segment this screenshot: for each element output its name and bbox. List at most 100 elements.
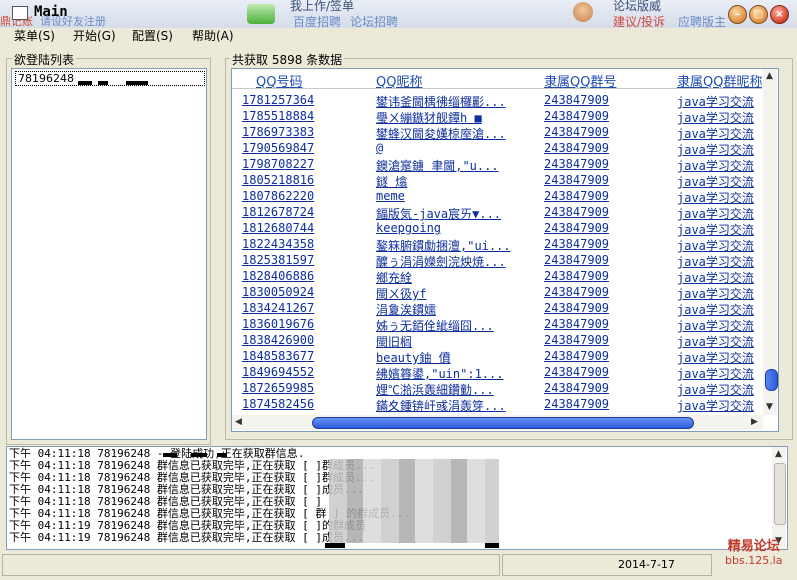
close-button[interactable]: × (770, 5, 789, 24)
cell-nickname[interactable]: 鐢讳釜閫楀彿缁欏彲... (376, 93, 536, 109)
cell-group-id[interactable]: 243847909 (544, 269, 669, 285)
cell-qq[interactable]: 1822434358 (242, 237, 367, 253)
login-list[interactable]: 78196248 (11, 68, 207, 440)
cell-qq[interactable]: 1805218816 (242, 173, 367, 189)
cell-group-name[interactable]: java学习交流 (677, 141, 762, 157)
cell-qq[interactable]: 1812678724 (242, 205, 367, 221)
cell-group-name[interactable]: java学习交流 (677, 285, 762, 301)
cell-group-name[interactable]: java学习交流 (677, 269, 762, 285)
cell-group-id[interactable]: 243847909 (544, 93, 669, 109)
cell-group-id[interactable]: 243847909 (544, 109, 669, 125)
cell-nickname[interactable]: 璺ㄨ繃鏃犲舰鐔h ■ (376, 109, 536, 125)
cell-group-name[interactable]: java学习交流 (677, 253, 762, 269)
horizontal-scrollbar[interactable]: ◀ ▶ (232, 415, 763, 430)
cell-group-id[interactable]: 243847909 (544, 317, 669, 333)
cell-group-id[interactable]: 243847909 (544, 381, 669, 397)
cell-qq[interactable]: 1828406886 (242, 269, 367, 285)
cell-group-id[interactable]: 243847909 (544, 205, 669, 221)
vertical-scrollbar[interactable]: ▲ ▼ (763, 69, 778, 415)
cell-group-name[interactable]: java学习交流 (677, 349, 762, 365)
cell-group-id[interactable]: 243847909 (544, 301, 669, 317)
column-header-nickname[interactable]: QQ昵称 (376, 71, 422, 90)
title-bar[interactable]: Main – □ × (0, 0, 797, 26)
cell-nickname[interactable]: 鏋夊鍾锛屽彧涓轰笌... (376, 397, 536, 413)
cell-nickname[interactable]: 鐩 熻 (376, 173, 536, 189)
scroll-up-icon[interactable]: ▲ (766, 71, 773, 81)
cell-qq[interactable]: 1834241267 (242, 301, 367, 317)
cell-group-id[interactable]: 243847909 (544, 285, 669, 301)
cell-group-id[interactable]: 243847909 (544, 221, 669, 237)
menu-item-menu[interactable]: 菜单(S) (14, 27, 55, 44)
cell-group-name[interactable]: java学习交流 (677, 381, 762, 397)
cell-qq[interactable]: 1872659985 (242, 381, 367, 397)
cell-qq[interactable]: 1838426900 (242, 333, 367, 349)
cell-group-id[interactable]: 243847909 (544, 125, 669, 141)
scroll-right-icon[interactable]: ▶ (751, 417, 758, 427)
cell-group-id[interactable]: 243847909 (544, 333, 669, 349)
log-scrollbar[interactable]: ▲ ▼ (772, 447, 786, 549)
cell-nickname[interactable]: meme (376, 189, 536, 205)
member-table[interactable]: QQ号码 QQ昵称 隶属QQ群号 隶属QQ群昵称 1781257364 鐢讳釜閫楀… (231, 68, 779, 432)
cell-group-name[interactable]: java学习交流 (677, 173, 762, 189)
cell-nickname[interactable]: 醾ぅ涓涓嬫劍浣炴焼... (376, 253, 536, 269)
menu-item-config[interactable]: 配置(S) (132, 27, 173, 44)
login-list-item[interactable]: 78196248 (15, 71, 205, 86)
cell-qq[interactable]: 1786973383 (242, 125, 367, 141)
cell-nickname[interactable]: 閩ㄨ彶yf (376, 285, 536, 301)
cell-qq[interactable]: 1790569847 (242, 141, 367, 157)
cell-group-id[interactable]: 243847909 (544, 397, 669, 413)
cell-qq[interactable]: 1848583677 (242, 349, 367, 365)
cell-group-name[interactable]: java学习交流 (677, 189, 762, 205)
cell-group-id[interactable]: 243847909 (544, 237, 669, 253)
cell-qq[interactable]: 1825381597 (242, 253, 367, 269)
menu-item-start[interactable]: 开始(G) (73, 27, 116, 44)
cell-nickname[interactable]: 鏊箖腑鏆勮捆澶,"ui... (376, 237, 536, 253)
cell-nickname[interactable]: 绋嬪簭鍙,"uin":1... (376, 365, 536, 381)
cell-group-name[interactable]: java学习交流 (677, 221, 762, 237)
menu-item-help[interactable]: 帮助(A) (192, 27, 234, 44)
cell-qq[interactable]: 1812680744 (242, 221, 367, 237)
cell-qq[interactable]: 1830050924 (242, 285, 367, 301)
cell-group-name[interactable]: java学习交流 (677, 301, 762, 317)
cell-nickname[interactable]: keepgoing (376, 221, 536, 237)
log-scroll-up-icon[interactable]: ▲ (775, 449, 782, 459)
cell-group-id[interactable]: 243847909 (544, 349, 669, 365)
cell-nickname[interactable]: 姊ぅ无銆佺紪缁囧... (376, 317, 536, 333)
cell-group-id[interactable]: 243847909 (544, 253, 669, 269)
cell-group-name[interactable]: java学习交流 (677, 205, 762, 221)
cell-nickname[interactable]: 娌℃湁浜轰細鑽勭... (376, 381, 536, 397)
cell-qq[interactable]: 1785518884 (242, 109, 367, 125)
vertical-scroll-thumb[interactable] (765, 369, 778, 391)
cell-nickname[interactable]: 鍢版気-java宸ㄞ▼... (376, 205, 536, 221)
scroll-left-icon[interactable]: ◀ (235, 417, 242, 427)
cell-group-id[interactable]: 243847909 (544, 173, 669, 189)
cell-nickname[interactable]: 鐭滄寔鐪 聿閫,"u... (376, 157, 536, 173)
cell-group-name[interactable]: java学习交流 (677, 397, 762, 413)
cell-group-name[interactable]: java学习交流 (677, 237, 762, 253)
cell-nickname[interactable]: 涓夐涘鏆嬬 (376, 301, 536, 317)
maximize-button[interactable]: □ (749, 5, 768, 24)
cell-group-name[interactable]: java学习交流 (677, 333, 762, 349)
minimize-button[interactable]: – (728, 5, 747, 24)
cell-nickname[interactable]: 鄉充絟 (376, 269, 536, 285)
cell-group-name[interactable]: java学习交流 (677, 125, 762, 141)
column-header-group-id[interactable]: 隶属QQ群号 (544, 71, 616, 90)
cell-group-name[interactable]: java学习交流 (677, 317, 762, 333)
cell-qq[interactable]: 1849694552 (242, 365, 367, 381)
cell-group-name[interactable]: java学习交流 (677, 93, 762, 109)
cell-group-id[interactable]: 243847909 (544, 189, 669, 205)
cell-nickname[interactable]: 閩旧榈 (376, 333, 536, 349)
cell-qq[interactable]: 1781257364 (242, 93, 367, 109)
cell-qq[interactable]: 1807862220 (242, 189, 367, 205)
scroll-down-icon[interactable]: ▼ (766, 402, 773, 412)
cell-nickname[interactable]: 鐢蜂汉閫夋嫨椋庢滄... (376, 125, 536, 141)
cell-group-name[interactable]: java学习交流 (677, 109, 762, 125)
log-scroll-thumb[interactable] (774, 463, 786, 525)
cell-group-name[interactable]: java学习交流 (677, 365, 762, 381)
column-header-qq[interactable]: QQ号码 (256, 71, 302, 90)
horizontal-scroll-thumb[interactable] (312, 417, 694, 429)
cell-qq[interactable]: 1836019676 (242, 317, 367, 333)
cell-qq[interactable]: 1798708227 (242, 157, 367, 173)
cell-nickname[interactable]: @ (376, 141, 536, 157)
cell-group-id[interactable]: 243847909 (544, 157, 669, 173)
